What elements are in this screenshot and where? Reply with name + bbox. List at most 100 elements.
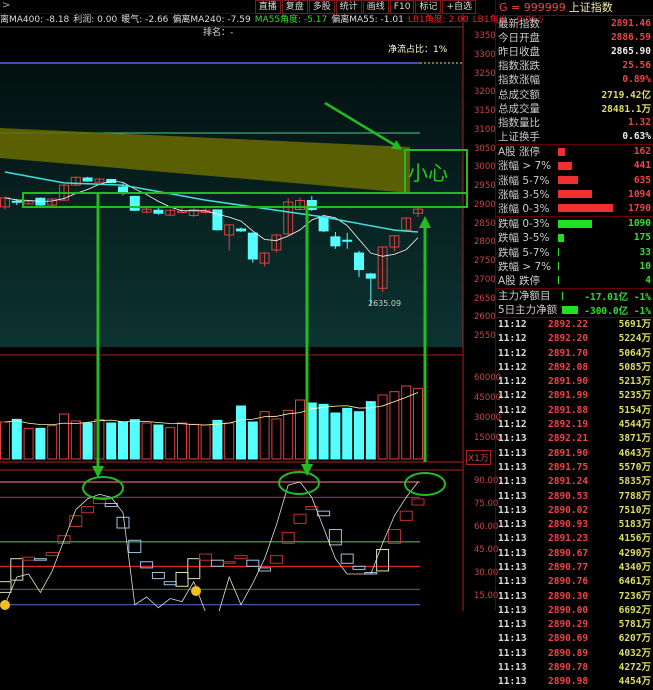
volume-bar — [106, 422, 117, 460]
tick-row: 11:13 2890.78 4272万 — [496, 661, 653, 675]
menu-button[interactable]: 标记 — [415, 0, 442, 14]
tick-volume: 4340万 — [618, 561, 651, 573]
tick-time: 11:13 — [498, 433, 527, 445]
breadth-bar — [558, 219, 592, 228]
kline-chart[interactable] — [0, 0, 495, 611]
volume-bar — [47, 425, 58, 460]
row-label: 指数涨幅 — [498, 74, 540, 87]
row-value: 2719.42亿 — [601, 90, 651, 102]
breadth-bar — [558, 161, 572, 170]
tick-row: 11:13 2890.30 7236万 — [496, 590, 653, 604]
volume-bar — [11, 418, 22, 460]
breadth-bar — [558, 176, 578, 185]
menu-button[interactable]: 统计 — [335, 0, 362, 14]
breadth-down-row: 跌幅 3-5% 175 — [496, 231, 653, 245]
tick-volume: 5835万 — [618, 476, 651, 488]
tick-price: 2891.23 — [548, 533, 589, 545]
tick-volume: 7510万 — [618, 504, 651, 516]
flow-bar — [562, 291, 563, 300]
tick-price: 2890.93 — [548, 519, 589, 531]
oscillator-box — [163, 581, 177, 586]
candle-body — [236, 228, 246, 232]
tick-time: 11:12 — [498, 347, 527, 359]
tick-row: 11:13 2890.76 6461万 — [496, 575, 653, 589]
volume-bar — [212, 419, 223, 460]
flow-value: -300.0亿 — [584, 305, 629, 317]
highlight-ellipse — [278, 471, 320, 495]
tick-time: 11:12 — [498, 404, 527, 416]
tick-price: 2891.90 — [548, 447, 589, 459]
tick-time: 11:13 — [498, 576, 527, 588]
row-label: A股 跌停 — [498, 274, 541, 287]
tick-time: 11:13 — [498, 461, 527, 473]
price-tick: 3000 — [474, 162, 496, 173]
menu-button[interactable]: 复盘 — [281, 0, 308, 14]
oscillator-box — [269, 555, 283, 564]
volume-bar — [354, 411, 364, 460]
price-tick: 2600 — [474, 312, 496, 323]
tick-price: 2890.53 — [548, 490, 589, 502]
row-value: 1094 — [628, 188, 651, 200]
tick-price: 2892.22 — [548, 318, 589, 330]
menu-button[interactable]: 画线 — [362, 0, 389, 14]
price-tick: 2900 — [474, 199, 496, 210]
tick-list[interactable]: 11:12 2892.22 5691万 11:12 2892.20 5224万 11:12 2… — [496, 316, 653, 690]
oscillator-box — [33, 558, 47, 561]
candle-body — [11, 200, 22, 203]
volume-bar — [82, 422, 93, 460]
tick-row: 11:13 2890.02 7510万 — [496, 504, 653, 518]
row-label: 指数量比 — [498, 116, 540, 129]
row-value: -300.0亿 -1% — [584, 303, 651, 317]
tick-row: 11:12 2892.19 4544万 — [496, 418, 653, 432]
warning-annotation: 小心 — [408, 161, 448, 185]
tick-price: 2890.30 — [548, 590, 589, 602]
volume-bar — [306, 402, 317, 460]
volume-bar — [413, 387, 423, 460]
row-label: 跌幅 0-3% — [498, 218, 550, 231]
tick-row: 11:12 2891.88 5154万 — [496, 404, 653, 418]
oscillator-box — [234, 555, 248, 560]
breadth-bar — [558, 276, 559, 285]
price-tick: 3250 — [474, 68, 496, 79]
row-value: 2886.59 — [610, 31, 651, 43]
candle-body — [318, 217, 329, 232]
oscillator-box — [0, 581, 12, 593]
volume-bar — [200, 424, 211, 460]
row-value: 2865.90 — [610, 45, 651, 57]
breadth-down-row: 跌幅 > 7% 10 — [496, 259, 653, 273]
candle-body — [330, 236, 341, 247]
tick-volume: 3871万 — [618, 433, 651, 445]
candle-body — [153, 209, 164, 214]
menu-button[interactable]: 直播 — [254, 0, 281, 14]
price-tick: 2750 — [474, 256, 496, 266]
indicator-value: MA55角度: -5.17 — [254, 15, 328, 25]
tick-row: 11:13 2890.00 6692万 — [496, 604, 653, 618]
oscillator-box — [376, 548, 390, 572]
expand-arrow-icon[interactable]: > — [2, 0, 10, 11]
indicator-value: 偏离MA55: -1.01 — [331, 15, 404, 25]
quote-row: 总成交量 28481.1万 — [496, 101, 653, 116]
tick-row: 11:13 2890.93 5183万 — [496, 518, 653, 532]
menu-button[interactable]: F10 — [389, 0, 415, 14]
menu-button[interactable]: 多股 — [308, 0, 335, 14]
tick-volume: 6461万 — [618, 576, 651, 588]
row-label: 指数涨跌 — [498, 60, 540, 73]
menu-button[interactable]: +自选 — [442, 0, 476, 14]
quote-row: 指数涨跌 25.56 — [496, 59, 653, 73]
breadth-up-row: 涨幅 3-5% 1094 — [496, 187, 653, 201]
tick-time: 11:13 — [498, 590, 527, 602]
volume-bar — [283, 409, 294, 460]
volume-bar — [129, 419, 140, 460]
tick-volume: 4544万 — [618, 419, 651, 431]
tick-price: 2892.08 — [548, 361, 589, 373]
indicator-readout: 离MA400: -8.18 利润: 0.00 暖气: -2.66 偏离MA240: -… — [0, 15, 548, 26]
indicator-value: LB1角度: 2.00 — [407, 15, 469, 25]
candle-body — [354, 252, 364, 270]
row-label: 上证换手 — [498, 131, 540, 144]
row-label: 跌幅 3-5% — [498, 232, 550, 245]
tick-row: 11:12 2892.08 5085万 — [496, 361, 653, 375]
flow-value: -17.01亿 — [584, 291, 629, 303]
tick-price: 2891.99 — [548, 390, 589, 402]
breadth-up-row: 涨幅 0-3% 1790 — [496, 201, 653, 215]
flow-pct: -1% — [633, 291, 651, 303]
